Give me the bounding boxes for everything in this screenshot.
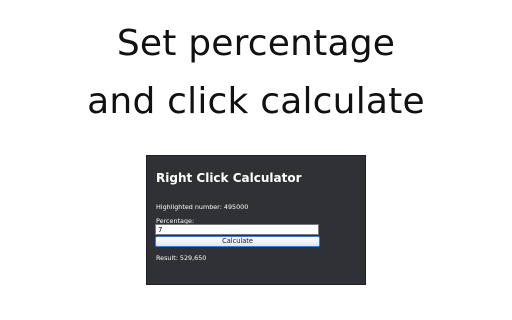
calculate-button[interactable]: Calculate bbox=[155, 236, 320, 247]
headline-line-2: and click calculate bbox=[87, 81, 425, 122]
highlighted-number-text: Highlighted number: 495000 bbox=[156, 203, 249, 211]
headline-line-1: Set percentage bbox=[116, 23, 396, 64]
calculator-popup: Right Click Calculator Highlighted numbe… bbox=[146, 155, 366, 285]
result-text: Result: 529,650 bbox=[156, 254, 207, 262]
popup-title: Right Click Calculator bbox=[156, 171, 302, 185]
percentage-input[interactable] bbox=[155, 224, 319, 235]
